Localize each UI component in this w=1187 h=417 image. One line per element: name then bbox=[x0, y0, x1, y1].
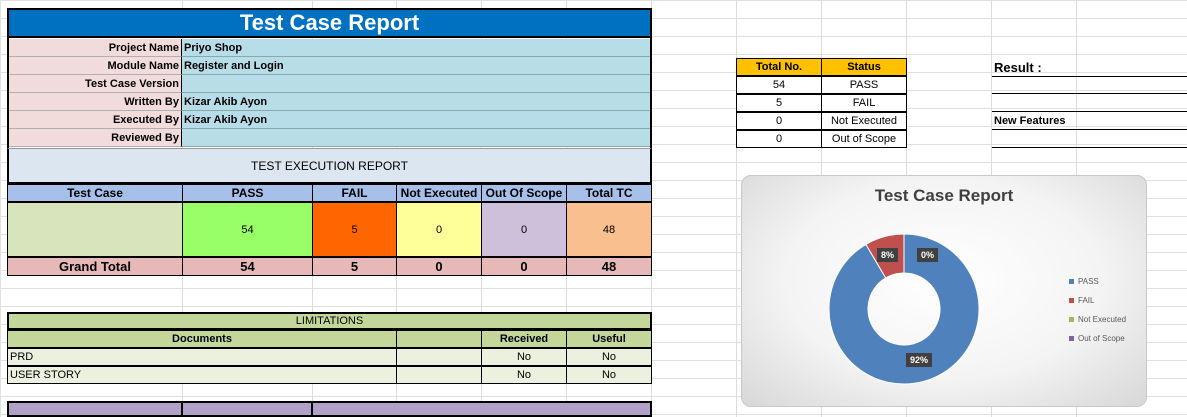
executed-by-value[interactable]: Kizar Akib Ayon bbox=[182, 111, 650, 129]
legend-label: Out of Scope bbox=[1078, 334, 1125, 343]
data-label-fail: 8% bbox=[877, 248, 899, 262]
summary-status-out-of-scope[interactable]: Out of Scope bbox=[821, 130, 907, 148]
written-by-label[interactable]: Written By bbox=[9, 93, 182, 111]
legend-swatch bbox=[1069, 317, 1074, 322]
user-story-useful[interactable]: No bbox=[566, 366, 652, 384]
legend-item-not-executed[interactable]: Not Executed bbox=[1069, 310, 1126, 329]
module-name-label[interactable]: Module Name bbox=[9, 57, 182, 75]
pass-count-cell[interactable]: 54 bbox=[182, 202, 313, 257]
document-prd[interactable]: PRD bbox=[7, 348, 397, 366]
document-user-story[interactable]: USER STORY bbox=[7, 366, 397, 384]
reviewed-by-value[interactable] bbox=[182, 129, 650, 147]
report-title[interactable]: Test Case Report bbox=[7, 8, 652, 38]
result-cell[interactable] bbox=[992, 76, 1187, 94]
grand-total-label[interactable]: Grand Total bbox=[7, 257, 183, 276]
useful-header[interactable]: Useful bbox=[566, 330, 652, 348]
documents-header[interactable]: Documents bbox=[7, 330, 397, 348]
legend-item-pass[interactable]: PASS bbox=[1069, 272, 1126, 291]
limitations-blank-cell[interactable] bbox=[396, 366, 482, 384]
col-header-test-case[interactable]: Test Case bbox=[7, 184, 183, 202]
grand-total-total-tc[interactable]: 48 bbox=[566, 257, 652, 276]
status-header[interactable]: Status bbox=[821, 58, 907, 76]
new-features-label[interactable]: New Features bbox=[992, 112, 1187, 130]
user-story-received[interactable]: No bbox=[481, 366, 567, 384]
test-case-chart[interactable]: Test Case Report PASS FAIL Not Executed Out… bbox=[741, 175, 1147, 407]
limitations-blank-header[interactable] bbox=[396, 330, 482, 348]
grand-total-not-executed[interactable]: 0 bbox=[396, 257, 482, 276]
col-header-fail[interactable]: FAIL bbox=[312, 184, 397, 202]
col-header-not-executed[interactable]: Not Executed bbox=[396, 184, 482, 202]
project-name-value[interactable]: Priyo Shop bbox=[182, 39, 650, 57]
grand-total-pass[interactable]: 54 bbox=[182, 257, 313, 276]
legend-label: FAIL bbox=[1078, 296, 1095, 305]
project-name-label[interactable]: Project Name bbox=[9, 39, 182, 57]
summary-total-out-of-scope[interactable]: 0 bbox=[736, 130, 822, 148]
test-case-cell[interactable] bbox=[7, 202, 183, 257]
legend-swatch bbox=[1069, 279, 1074, 284]
execution-report-title[interactable]: TEST EXECUTION REPORT bbox=[7, 148, 652, 184]
legend-label: Not Executed bbox=[1078, 315, 1127, 324]
purple-header-cell[interactable] bbox=[7, 401, 183, 417]
legend-label: PASS bbox=[1078, 277, 1099, 286]
grand-total-out-of-scope[interactable]: 0 bbox=[481, 257, 567, 276]
purple-header-cell[interactable] bbox=[181, 401, 313, 417]
total-no-header[interactable]: Total No. bbox=[736, 58, 822, 76]
prd-received[interactable]: No bbox=[481, 348, 567, 366]
total-tc-count-cell[interactable]: 48 bbox=[566, 202, 652, 257]
summary-status-fail[interactable]: FAIL bbox=[821, 94, 907, 112]
summary-total-pass[interactable]: 54 bbox=[736, 76, 822, 94]
executed-by-label[interactable]: Executed By bbox=[9, 111, 182, 129]
purple-header-cell[interactable] bbox=[311, 401, 652, 417]
legend-swatch bbox=[1069, 336, 1074, 341]
summary-total-fail[interactable]: 5 bbox=[736, 94, 822, 112]
reviewed-by-label[interactable]: Reviewed By bbox=[9, 129, 182, 147]
limitations-blank-cell[interactable] bbox=[396, 348, 482, 366]
summary-status-pass[interactable]: PASS bbox=[821, 76, 907, 94]
legend-item-out-of-scope[interactable]: Out of Scope bbox=[1069, 329, 1126, 348]
summary-status-not-executed[interactable]: Not Executed bbox=[821, 112, 907, 130]
result-label[interactable]: Result : bbox=[992, 58, 1112, 76]
limitations-title[interactable]: LIMITATIONS bbox=[7, 312, 652, 330]
legend-item-fail[interactable]: FAIL bbox=[1069, 291, 1126, 310]
data-label-not-executed: 0% bbox=[917, 248, 939, 262]
result-cell[interactable] bbox=[992, 94, 1187, 112]
received-header[interactable]: Received bbox=[481, 330, 567, 348]
legend-swatch bbox=[1069, 298, 1074, 303]
fail-count-cell[interactable]: 5 bbox=[312, 202, 397, 257]
summary-total-not-executed[interactable]: 0 bbox=[736, 112, 822, 130]
chart-legend: PASS FAIL Not Executed Out of Scope bbox=[1069, 272, 1126, 348]
result-cell[interactable] bbox=[992, 130, 1187, 148]
test-case-version-value[interactable] bbox=[182, 75, 650, 93]
grand-total-fail[interactable]: 5 bbox=[312, 257, 397, 276]
written-by-value[interactable]: Kizar Akib Ayon bbox=[182, 93, 650, 111]
not-executed-count-cell[interactable]: 0 bbox=[396, 202, 482, 257]
data-label-pass: 92% bbox=[906, 353, 933, 367]
test-case-version-label[interactable]: Test Case Version bbox=[9, 75, 182, 93]
col-header-out-of-scope[interactable]: Out Of Scope bbox=[481, 184, 567, 202]
prd-useful[interactable]: No bbox=[566, 348, 652, 366]
out-of-scope-count-cell[interactable]: 0 bbox=[481, 202, 567, 257]
col-header-total-tc[interactable]: Total TC bbox=[566, 184, 652, 202]
module-name-value[interactable]: Register and Login bbox=[182, 57, 650, 75]
col-header-pass[interactable]: PASS bbox=[182, 184, 313, 202]
